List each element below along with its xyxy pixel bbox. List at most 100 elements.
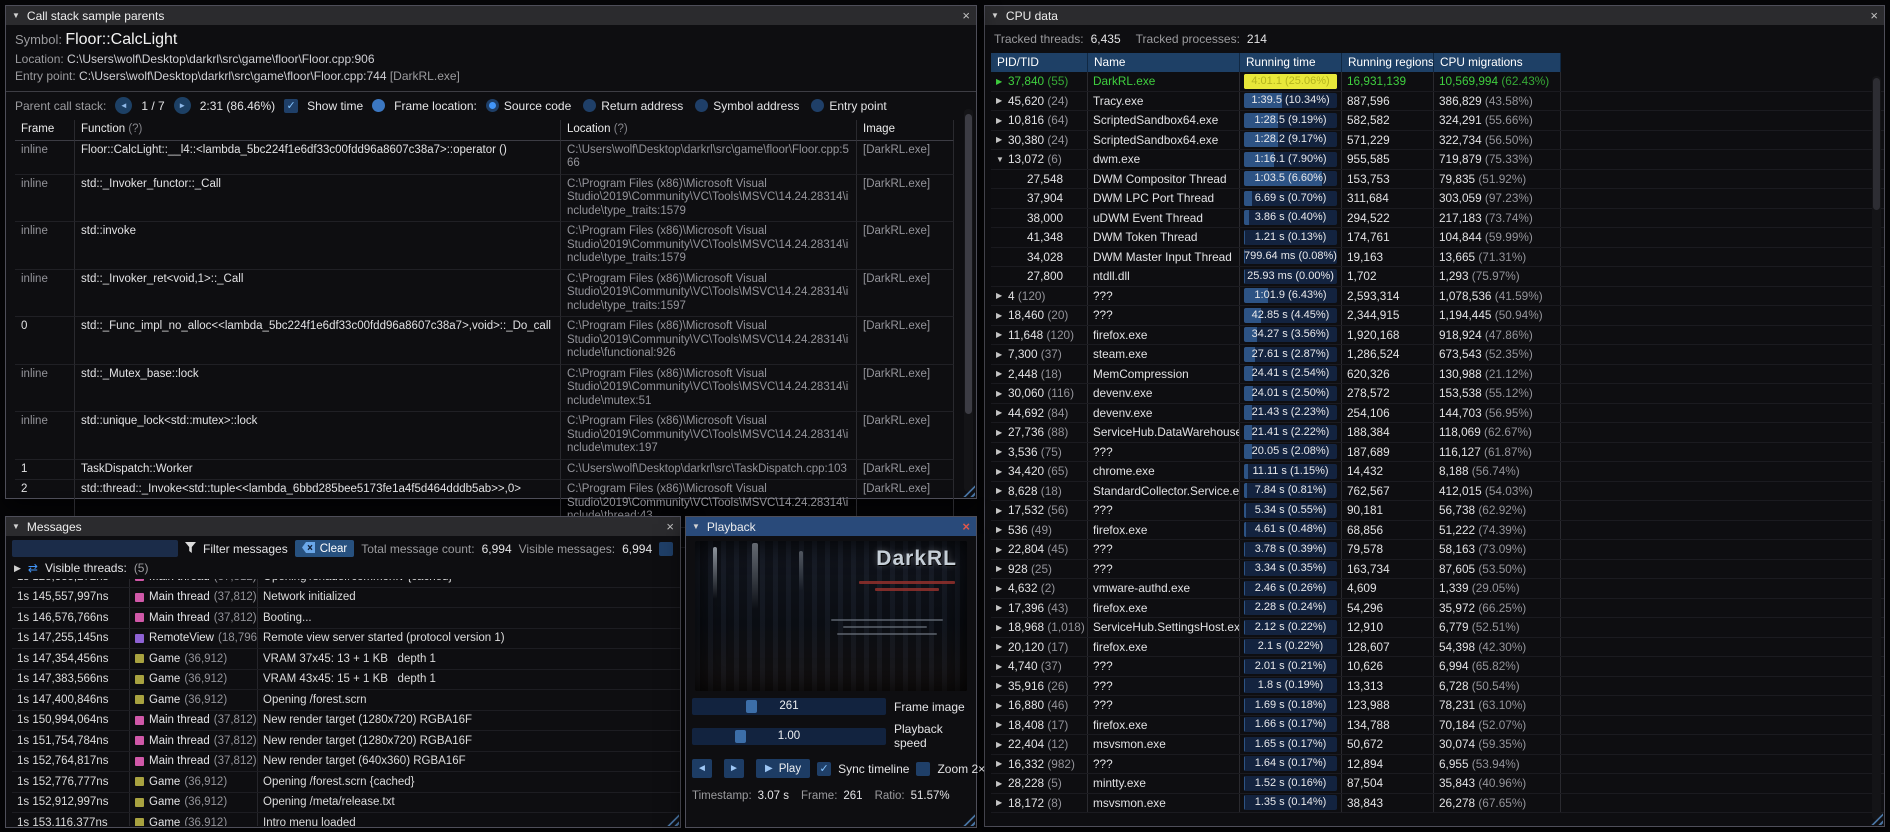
expand-icon[interactable]: ▶: [996, 311, 1008, 320]
message-row[interactable]: 1s 146,576,766ns Main thread (37,812) Booti…: [12, 608, 680, 629]
expand-icon[interactable]: ▶: [996, 525, 1008, 534]
expand-icon[interactable]: ▶: [996, 545, 1008, 554]
expand-icon[interactable]: ▶: [996, 350, 1008, 359]
close-icon[interactable]: ×: [962, 520, 970, 533]
message-row[interactable]: 1s 147,255,145ns RemoteView (18,796) Remote…: [12, 628, 680, 649]
close-icon[interactable]: ×: [666, 520, 674, 533]
expand-icon[interactable]: ▶: [996, 662, 1008, 671]
cpu-titlebar[interactable]: ▼ CPU data ×: [985, 6, 1884, 25]
scrollbar-thumb[interactable]: [1873, 78, 1880, 210]
cpu-row[interactable]: ▶ 20,120 (17) firefox.exe 2.1 s (0.22%) 128,…: [991, 637, 1884, 657]
prev-frame-button[interactable]: ◄: [692, 759, 712, 778]
cpu-row[interactable]: ▶ 8,628 (18) StandardCollector.Service.e 7.…: [991, 481, 1884, 501]
cpu-row[interactable]: ▶ 22,804 (45)??? 3.78 s (0.39%) 79,578 58,16…: [991, 540, 1884, 560]
cpu-row[interactable]: ▶ 18,460 (20)??? 42.85 s (4.45%) 2,344,915 1…: [991, 306, 1884, 326]
cpu-row[interactable]: ▶ 7,300 (37) steam.exe 27.61 s (2.87%) 1,286…: [991, 345, 1884, 365]
cpu-row[interactable]: 34,028 DWM Master Input Thread 799.64 ms (…: [991, 247, 1884, 267]
visible-threads-label[interactable]: Visible threads:: [45, 561, 127, 575]
cpu-row[interactable]: ▶ 22,404 (12) msvsmon.exe 1.65 s (0.17%) 50,…: [991, 735, 1884, 755]
close-icon[interactable]: ×: [1870, 9, 1878, 22]
expand-icon[interactable]: ▶: [996, 467, 1008, 476]
cpu-row[interactable]: ▶ 35,916 (26)??? 1.8 s (0.19%) 13,313 6,728 …: [991, 676, 1884, 696]
message-row[interactable]: 1s 150,994,064ns Main thread (37,812) New r…: [12, 710, 680, 731]
column-header[interactable]: Running time: [1240, 53, 1342, 72]
cpu-row[interactable]: 27,800 ntdll.dll 25.93 ms (0.00%) 1,702 1,29…: [991, 267, 1884, 287]
cpu-row[interactable]: 37,904 DWM LPC Port Thread 6.69 s (0.70%) 3…: [991, 189, 1884, 209]
cpu-row[interactable]: ▶ 18,408 (17) firefox.exe 1.66 s (0.17%) 134…: [991, 715, 1884, 735]
cpu-row[interactable]: ▶ 4,632 (2) vmware-authd.exe 2.46 s (0.26%)…: [991, 579, 1884, 599]
message-row[interactable]: 1s 147,400,846ns Game (36,912) Opening /for…: [12, 690, 680, 711]
expand-icon[interactable]: ▶: [996, 506, 1008, 515]
messages-list[interactable]: 1s 128,335,272nsMain thread(37,812)Openi…: [12, 579, 680, 826]
expand-icon[interactable]: ▶: [996, 428, 1008, 437]
callstack-row[interactable]: inline std::_Invoker_functor::_Call C:\Pro…: [15, 174, 954, 222]
frame-slider[interactable]: 261: [692, 698, 886, 715]
cpu-row[interactable]: ▶ 928 (25)??? 3.34 s (0.35%) 163,734 87,605 …: [991, 559, 1884, 579]
expand-icon[interactable]: ▶: [996, 330, 1008, 339]
show-time-checkbox[interactable]: ✓: [284, 98, 299, 113]
speed-slider[interactable]: 1.00: [692, 727, 886, 745]
cpu-row[interactable]: ▶ 28,228 (5) mintty.exe 1.52 s (0.16%) 87,50…: [991, 774, 1884, 794]
frame-location-radio[interactable]: Return address: [583, 99, 683, 113]
callstack-row[interactable]: inline Floor::CalcLight::__l4::<lambda_5b…: [15, 140, 954, 175]
scrollbar[interactable]: [964, 109, 973, 492]
image-column-header[interactable]: Image: [857, 120, 954, 141]
column-header[interactable]: Name: [1088, 53, 1240, 72]
resize-grip[interactable]: [962, 813, 975, 826]
cpu-row[interactable]: ▶ 27,736 (88) ServiceHub.DataWarehouse 21.4…: [991, 423, 1884, 443]
callstack-row[interactable]: inline std::unique_lock<std::mutex>::lock…: [15, 412, 954, 460]
cpu-row[interactable]: ▶ 30,380 (24) ScriptedSandbox64.exe 1:28.2 …: [991, 130, 1884, 150]
cpu-row[interactable]: ▶ 45,620 (24) Tracy.exe 1:39.5 (10.34%) 887,…: [991, 91, 1884, 111]
cpu-row[interactable]: ▶ 536 (49) firefox.exe 4.61 s (0.48%) 68,856…: [991, 520, 1884, 540]
location-column-header[interactable]: Location (?): [561, 120, 857, 141]
cpu-row[interactable]: ▶ 4,740 (37)??? 2.01 s (0.21%) 10,626 6,994 …: [991, 657, 1884, 677]
cpu-row[interactable]: ▶ 18,172 (8) msvsmon.exe 1.35 s (0.14%) 38,8…: [991, 793, 1884, 813]
expand-icon[interactable]: ▶: [996, 720, 1008, 729]
expand-icon[interactable]: ▶: [996, 681, 1008, 690]
zoom-label[interactable]: Zoom 2×: [937, 762, 985, 776]
cpu-row[interactable]: ▶ 44,692 (84) devenv.exe 21.43 s (2.23%) 254…: [991, 403, 1884, 423]
expand-icon[interactable]: ▶: [996, 740, 1008, 749]
message-row[interactable]: 1s 153,116,377ns Game (36,912) Intro menu l…: [12, 813, 680, 826]
cpu-row[interactable]: ▶ 2,448 (18) MemCompression 24.41 s (2.54%)…: [991, 364, 1884, 384]
cpu-row[interactable]: ▶ 37,840 (55) DarkRL.exe 4:01.1 (25.06%) 16,…: [991, 72, 1884, 92]
collapse-icon[interactable]: ▼: [991, 11, 999, 20]
callstack-row[interactable]: inline std::_Mutex_base::lock C:\Program F…: [15, 364, 954, 412]
shuffle-icon[interactable]: ⇄: [28, 561, 38, 575]
show-time-label[interactable]: Show time: [307, 99, 363, 113]
expand-icon[interactable]: ▶: [996, 291, 1008, 300]
expand-icon[interactable]: ▶: [996, 135, 1008, 144]
expand-icon[interactable]: ▶: [996, 623, 1008, 632]
expand-icon[interactable]: ▶: [996, 642, 1008, 651]
frame-location-radio[interactable]: Entry point: [811, 99, 887, 113]
callstack-titlebar[interactable]: ▼ Call stack sample parents ×: [6, 6, 976, 25]
expand-icon[interactable]: ▶: [996, 369, 1008, 378]
expand-icon[interactable]: ▶: [996, 447, 1008, 456]
next-frame-button[interactable]: ►: [724, 759, 744, 778]
visible-threads-row[interactable]: ▶ ⇄ Visible threads: (5): [6, 560, 680, 579]
clear-button[interactable]: Clear: [294, 540, 355, 557]
expand-icon[interactable]: ▶: [996, 798, 1008, 807]
cpu-row[interactable]: ▶ 10,816 (64) ScriptedSandbox64.exe 1:28.5 …: [991, 111, 1884, 131]
expand-icon[interactable]: ▶: [996, 584, 1008, 593]
cpu-row[interactable]: ▶ 11,648 (120) firefox.exe 34.27 s (3.56%) 1…: [991, 325, 1884, 345]
playback-titlebar[interactable]: ▼ Playback ×: [686, 517, 976, 536]
scrollbar[interactable]: [1872, 76, 1881, 820]
expand-icon[interactable]: ▶: [996, 389, 1008, 398]
expand-icon[interactable]: ▶: [996, 77, 1008, 86]
expand-icon[interactable]: ▶: [996, 603, 1008, 612]
messages-titlebar[interactable]: ▼ Messages ×: [6, 517, 680, 536]
filter-input[interactable]: [12, 540, 178, 557]
collapse-icon[interactable]: ▼: [12, 11, 20, 20]
callstack-row[interactable]: inline std::invoke C:\Program Files (x86)\…: [15, 222, 954, 270]
expand-icon[interactable]: ▼: [996, 155, 1008, 164]
expand-icon[interactable]: ▶: [996, 408, 1008, 417]
message-row[interactable]: 1s 152,764,817ns Main thread (37,812) New r…: [12, 751, 680, 772]
sync-timeline-checkbox[interactable]: ✓: [817, 761, 832, 776]
cpu-row[interactable]: 27,548 DWM Compositor Thread 1:03.5 (6.60%…: [991, 169, 1884, 189]
cpu-row[interactable]: ▶ 17,532 (56)??? 5.34 s (0.55%) 90,181 56,73…: [991, 501, 1884, 521]
cpu-row[interactable]: ▶ 16,332 (982)??? 1.64 s (0.17%) 12,894 6,95…: [991, 754, 1884, 774]
frame-location-radio[interactable]: Symbol address: [695, 99, 799, 113]
expand-icon[interactable]: ▶: [996, 779, 1008, 788]
collapse-icon[interactable]: ▼: [12, 522, 20, 531]
